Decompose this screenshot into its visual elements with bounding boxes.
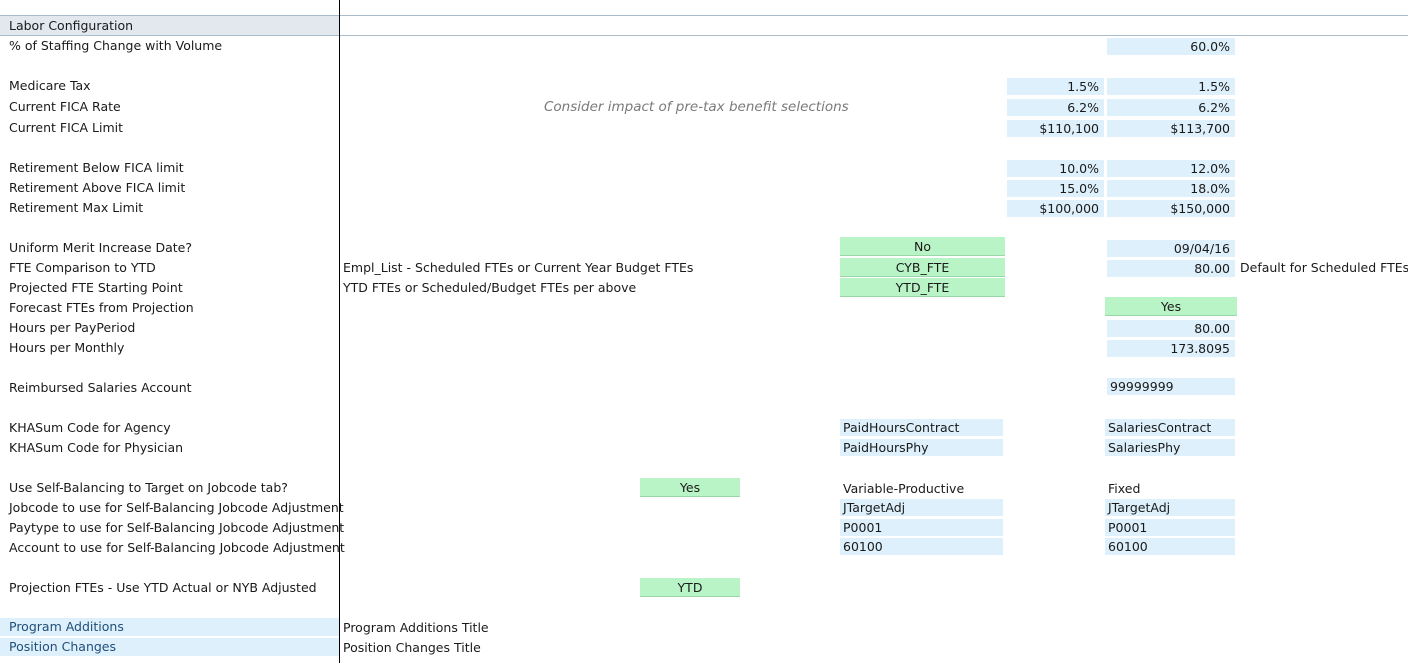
account-adj-label: Account to use for Self-Balancing Jobcod…	[9, 540, 345, 555]
ret-above-value-b[interactable]: 18.0%	[1107, 180, 1235, 197]
account-adj-value-a[interactable]: 60100	[840, 538, 1003, 555]
reimbursed-label: Reimbursed Salaries Account	[9, 380, 192, 395]
staffing-change-value[interactable]: 60.0%	[1107, 38, 1235, 55]
proj-fte-option[interactable]: YTD	[640, 578, 740, 597]
fica-limit-value-b[interactable]: $113,700	[1107, 120, 1235, 137]
fte-compare-value[interactable]: 80.00	[1107, 260, 1235, 277]
merit-date-option[interactable]: No	[840, 237, 1005, 256]
position-changes-link[interactable]: Position Changes	[0, 638, 339, 656]
jobcode-adj-label: Jobcode to use for Self-Balancing Jobcod…	[9, 500, 344, 515]
position-changes-title: Position Changes Title	[343, 640, 481, 655]
fica-rate-value-a[interactable]: 6.2%	[1007, 99, 1104, 116]
ret-below-label: Retirement Below FICA limit	[9, 160, 184, 175]
paytype-adj-value-b[interactable]: P0001	[1105, 519, 1235, 536]
medicare-label: Medicare Tax	[9, 78, 91, 93]
hours-month-value[interactable]: 173.8095	[1107, 340, 1235, 357]
self-bal-label: Use Self-Balancing to Target on Jobcode …	[9, 480, 288, 495]
khasum-phys-label: KHASum Code for Physician	[9, 440, 184, 455]
jobcode-adj-value-a[interactable]: JTargetAdj	[840, 499, 1003, 516]
fte-start-label: Projected FTE Starting Point	[9, 280, 183, 295]
fte-start-note: YTD FTEs or Scheduled/Budget FTEs per ab…	[343, 280, 637, 295]
ret-max-value-a[interactable]: $100,000	[1007, 200, 1104, 217]
fica-rate-label: Current FICA Rate	[9, 99, 121, 114]
fica-note: Consider impact of pre-tax benefit selec…	[544, 99, 849, 115]
medicare-value-b[interactable]: 1.5%	[1107, 78, 1235, 95]
ret-above-value-a[interactable]: 15.0%	[1007, 180, 1104, 197]
paytype-adj-label: Paytype to use for Self-Balancing Jobcod…	[9, 520, 345, 535]
proj-fte-label: Projection FTEs - Use YTD Actual or NYB …	[9, 580, 317, 595]
program-additions-title: Program Additions Title	[343, 620, 489, 635]
hours-pay-value[interactable]: 80.00	[1107, 320, 1235, 337]
khasum-agency-label: KHASum Code for Agency	[9, 420, 171, 435]
ret-below-value-b[interactable]: 12.0%	[1107, 160, 1235, 177]
fte-start-option[interactable]: YTD_FTE	[840, 278, 1005, 297]
fte-compare-option[interactable]: CYB_FTE	[840, 258, 1005, 277]
hours-month-label: Hours per Monthly	[9, 340, 125, 355]
fte-compare-note2: Default for Scheduled FTEs	[1240, 260, 1408, 275]
ret-below-value-a[interactable]: 10.0%	[1007, 160, 1104, 177]
program-additions-link[interactable]: Program Additions	[0, 618, 339, 636]
khasum-agency-value-a[interactable]: PaidHoursContract	[840, 419, 1003, 436]
fica-limit-value-a[interactable]: $110,100	[1007, 120, 1104, 137]
jobcode-adj-value-b[interactable]: JTargetAdj	[1105, 499, 1235, 516]
fte-compare-note: Empl_List - Scheduled FTEs or Current Ye…	[343, 260, 694, 275]
ret-max-label: Retirement Max Limit	[9, 200, 144, 215]
merit-date-label: Uniform Merit Increase Date?	[9, 240, 193, 255]
medicare-value-a[interactable]: 1.5%	[1007, 78, 1104, 95]
ret-max-value-b[interactable]: $150,000	[1107, 200, 1235, 217]
khasum-agency-value-b[interactable]: SalariesContract	[1105, 419, 1235, 436]
staffing-change-label: % of Staffing Change with Volume	[9, 38, 223, 53]
column-divider	[339, 0, 340, 663]
fica-rate-value-b[interactable]: 6.2%	[1107, 99, 1235, 116]
ret-above-label: Retirement Above FICA limit	[9, 180, 186, 195]
paytype-adj-value-a[interactable]: P0001	[840, 519, 1003, 536]
khasum-phys-value-a[interactable]: PaidHoursPhy	[840, 439, 1003, 456]
khasum-phys-value-b[interactable]: SalariesPhy	[1105, 439, 1235, 456]
forecast-fte-option[interactable]: Yes	[1105, 297, 1237, 316]
self-bal-option[interactable]: Yes	[640, 478, 740, 497]
merit-date-value[interactable]: 09/04/16	[1107, 240, 1235, 257]
top-border	[0, 15, 1408, 16]
section-title: Labor Configuration	[9, 18, 134, 33]
fte-compare-label: FTE Comparison to YTD	[9, 260, 156, 275]
self-bal-value-a: Variable-Productive	[843, 481, 965, 496]
reimbursed-value[interactable]: 99999999	[1107, 378, 1235, 395]
hours-pay-label: Hours per PayPeriod	[9, 320, 136, 335]
fica-limit-label: Current FICA Limit	[9, 120, 124, 135]
forecast-fte-label: Forecast FTEs from Projection	[9, 300, 194, 315]
account-adj-value-b[interactable]: 60100	[1105, 538, 1235, 555]
self-bal-value-b: Fixed	[1108, 481, 1141, 496]
